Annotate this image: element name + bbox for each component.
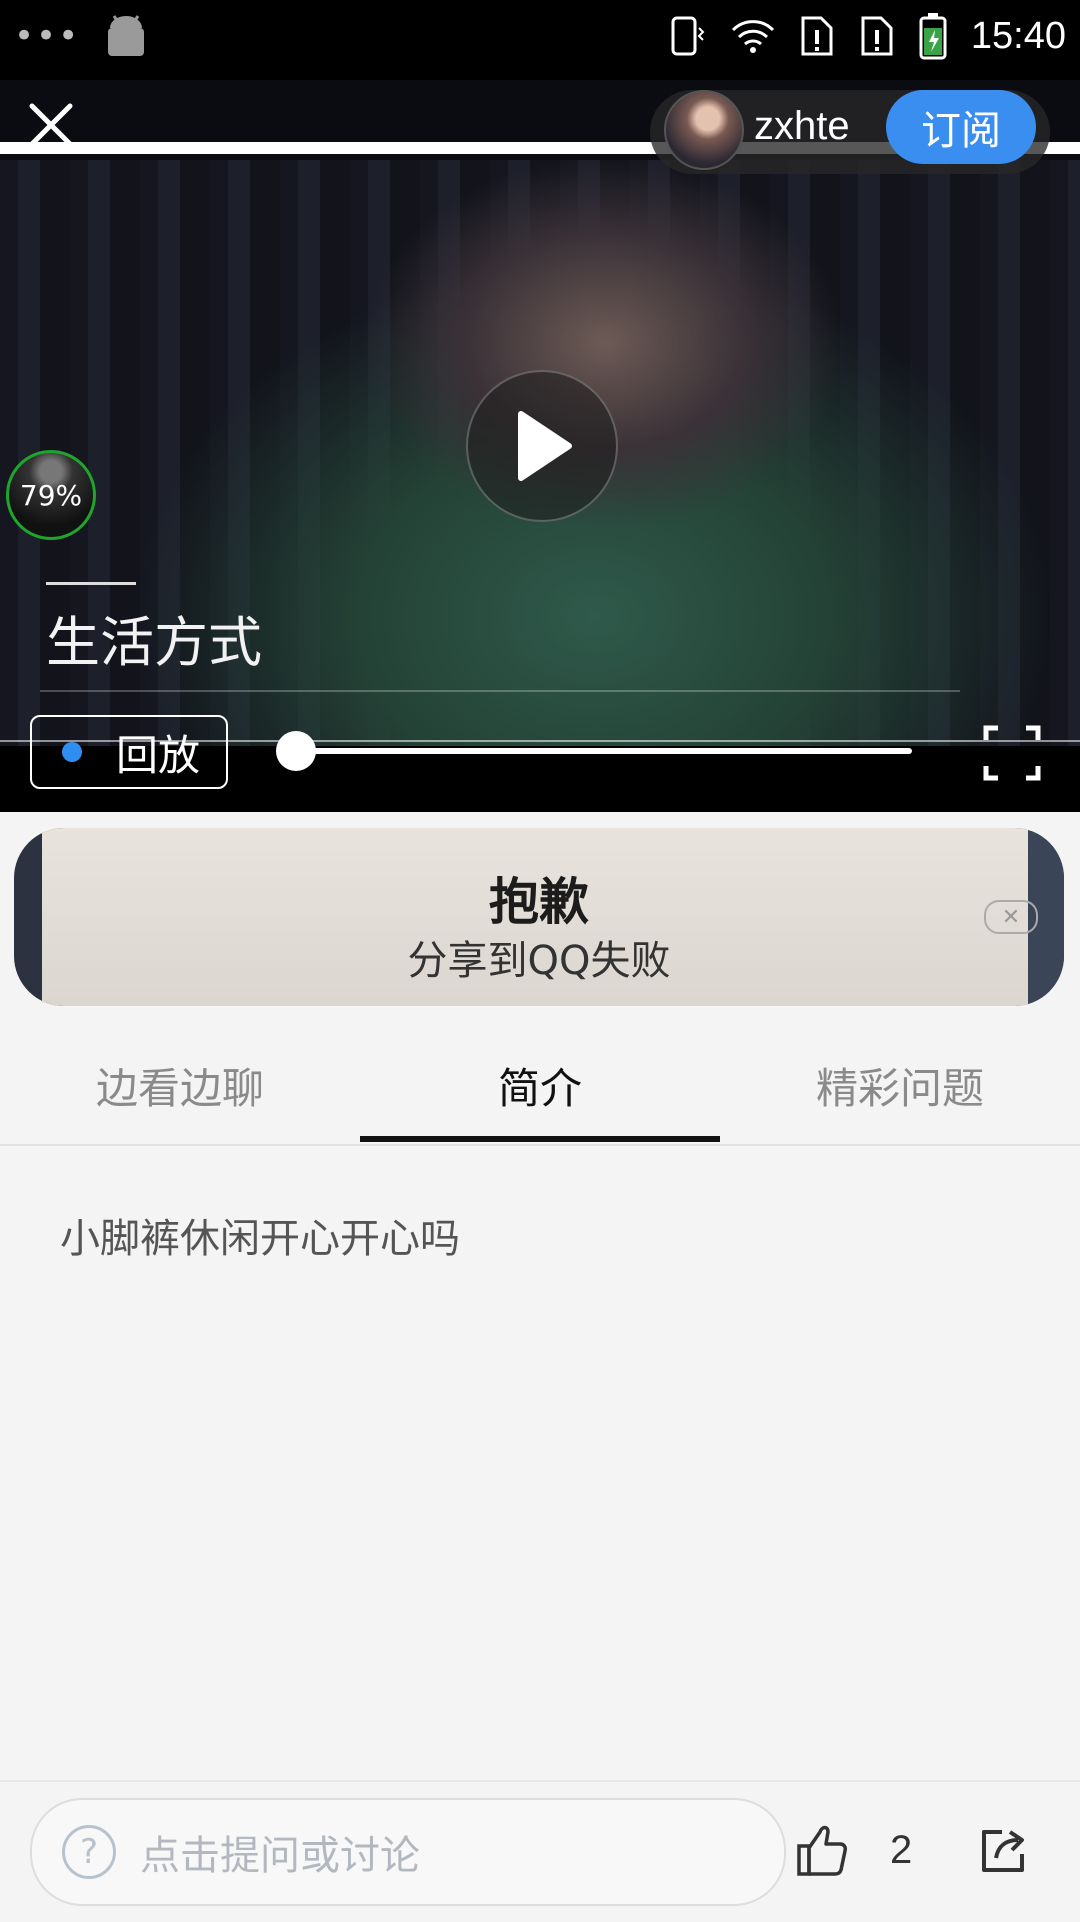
toast-title: 抱歉 xyxy=(489,873,589,931)
toast-message: 分享到QQ失败 xyxy=(407,938,671,984)
tab-intro[interactable]: 简介 xyxy=(360,1026,720,1144)
video-player[interactable]: zxhte 订阅 79% 生活方式 回放 xyxy=(0,80,1080,812)
active-tab-indicator xyxy=(360,1136,720,1142)
progress-thumb[interactable] xyxy=(276,731,316,771)
close-icon[interactable] xyxy=(24,98,78,152)
intro-description: 小脚裤休闲开心开心吗 xyxy=(60,1216,460,1262)
subscribe-button[interactable]: 订阅 xyxy=(886,90,1036,164)
title-underline xyxy=(40,690,960,692)
error-toast: 抱歉 分享到QQ失败 ✕ xyxy=(14,828,1064,1006)
replay-label: 回放 xyxy=(116,730,201,780)
status-bar: ••• 15:40 xyxy=(0,0,1080,80)
like-count: 2 xyxy=(890,1828,913,1872)
fullscreen-icon[interactable] xyxy=(982,724,1042,782)
share-icon[interactable] xyxy=(980,1826,1028,1874)
tab-bar: 边看边聊 简介 精彩问题 xyxy=(0,1026,1080,1146)
toast-close-icon[interactable]: ✕ xyxy=(984,900,1038,934)
question-input[interactable]: ? 点击提问或讨论 xyxy=(30,1798,786,1906)
host-username[interactable]: zxhte xyxy=(754,104,850,149)
sim2-alert-icon xyxy=(861,16,893,56)
question-input-placeholder: 点击提问或讨论 xyxy=(140,1833,420,1879)
clock: 15:40 xyxy=(970,14,1066,57)
phone-vibrate-icon xyxy=(671,16,705,56)
progress-bar[interactable] xyxy=(296,748,912,754)
video-title: 生活方式 xyxy=(46,611,262,674)
buffer-percent-badge: 79% xyxy=(6,450,96,540)
play-button[interactable] xyxy=(466,370,618,522)
dots-icon: ••• xyxy=(14,16,81,56)
thumbs-up-icon[interactable] xyxy=(796,1822,848,1878)
android-icon xyxy=(108,15,145,56)
replay-button[interactable]: 回放 xyxy=(30,715,228,789)
play-icon xyxy=(518,411,572,481)
avatar[interactable] xyxy=(664,90,744,170)
sim1-alert-icon xyxy=(801,16,833,56)
wifi-icon xyxy=(731,20,774,53)
battery-charging-icon xyxy=(919,13,947,60)
replay-dot-icon xyxy=(62,742,82,762)
title-divider xyxy=(46,582,136,585)
tab-questions[interactable]: 精彩问题 xyxy=(720,1026,1080,1144)
tab-chat[interactable]: 边看边聊 xyxy=(0,1026,360,1144)
question-icon: ? xyxy=(62,1825,116,1879)
